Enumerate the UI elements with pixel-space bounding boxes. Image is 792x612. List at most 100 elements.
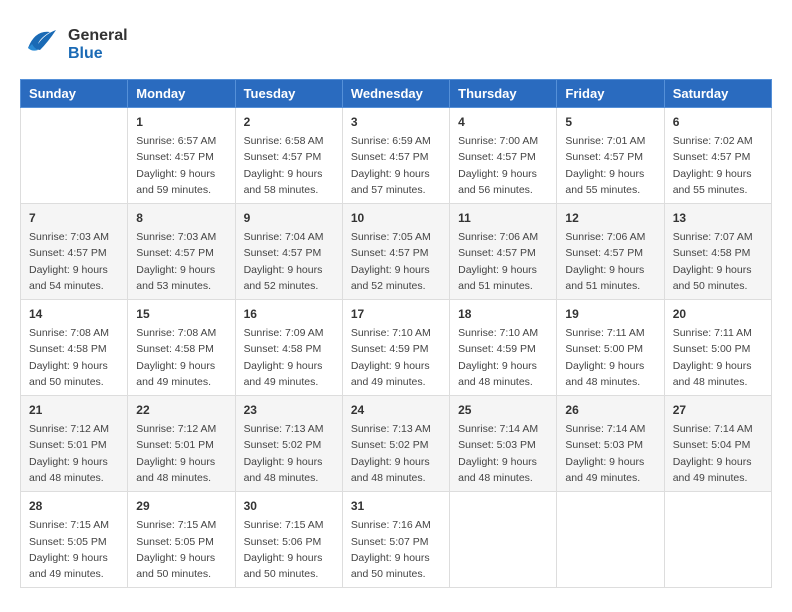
- calendar-cell: 26 Sunrise: 7:14 AM Sunset: 5:03 PM Dayli…: [557, 396, 664, 492]
- weekday-header: Sunday: [21, 80, 128, 108]
- cell-content: Sunrise: 7:15 AM Sunset: 5:05 PM Dayligh…: [29, 517, 119, 582]
- day-number: 25: [458, 401, 548, 419]
- cell-content: Sunrise: 7:01 AM Sunset: 4:57 PM Dayligh…: [565, 133, 655, 198]
- day-number: 2: [244, 113, 334, 131]
- day-number: 8: [136, 209, 226, 227]
- day-number: 29: [136, 497, 226, 515]
- calendar-cell: 25 Sunrise: 7:14 AM Sunset: 5:03 PM Dayli…: [450, 396, 557, 492]
- cell-content: Sunrise: 7:09 AM Sunset: 4:58 PM Dayligh…: [244, 325, 334, 390]
- calendar-week-row: 14Sunrise: 7:08 AM Sunset: 4:58 PM Dayli…: [21, 300, 772, 396]
- calendar-week-row: 1 Sunrise: 6:57 AM Sunset: 4:57 PM Daylig…: [21, 108, 772, 204]
- calendar-week-row: 7 Sunrise: 7:03 AM Sunset: 4:57 PM Daylig…: [21, 204, 772, 300]
- calendar-cell: [450, 492, 557, 588]
- cell-content: Sunrise: 7:11 AM Sunset: 5:00 PM Dayligh…: [565, 325, 655, 390]
- day-number: 6: [673, 113, 763, 131]
- calendar-cell: [664, 492, 771, 588]
- cell-content: Sunrise: 7:13 AM Sunset: 5:02 PM Dayligh…: [351, 421, 441, 486]
- calendar-cell: 16 Sunrise: 7:09 AM Sunset: 4:58 PM Dayli…: [235, 300, 342, 396]
- calendar-cell: 21Sunrise: 7:12 AM Sunset: 5:01 PM Dayli…: [21, 396, 128, 492]
- day-number: 19: [565, 305, 655, 323]
- cell-content: Sunrise: 7:13 AM Sunset: 5:02 PM Dayligh…: [244, 421, 334, 486]
- cell-content: Sunrise: 7:15 AM Sunset: 5:05 PM Dayligh…: [136, 517, 226, 582]
- day-number: 16: [244, 305, 334, 323]
- calendar-cell: 5 Sunrise: 7:01 AM Sunset: 4:57 PM Daylig…: [557, 108, 664, 204]
- day-number: 7: [29, 209, 119, 227]
- day-number: 30: [244, 497, 334, 515]
- calendar-cell: 14Sunrise: 7:08 AM Sunset: 4:58 PM Dayli…: [21, 300, 128, 396]
- day-number: 9: [244, 209, 334, 227]
- calendar-cell: 8 Sunrise: 7:03 AM Sunset: 4:57 PM Daylig…: [128, 204, 235, 300]
- calendar-cell: 17Sunrise: 7:10 AM Sunset: 4:59 PM Dayli…: [342, 300, 449, 396]
- day-number: 20: [673, 305, 763, 323]
- cell-content: Sunrise: 7:16 AM Sunset: 5:07 PM Dayligh…: [351, 517, 441, 582]
- calendar-cell: 12 Sunrise: 7:06 AM Sunset: 4:57 PM Dayli…: [557, 204, 664, 300]
- cell-content: Sunrise: 6:57 AM Sunset: 4:57 PM Dayligh…: [136, 133, 226, 198]
- cell-content: Sunrise: 7:06 AM Sunset: 4:57 PM Dayligh…: [458, 229, 548, 294]
- day-number: 4: [458, 113, 548, 131]
- day-number: 3: [351, 113, 441, 131]
- calendar-table: SundayMondayTuesdayWednesdayThursdayFrid…: [20, 79, 772, 588]
- day-number: 12: [565, 209, 655, 227]
- calendar-cell: 10 Sunrise: 7:05 AM Sunset: 4:57 PM Dayli…: [342, 204, 449, 300]
- day-number: 22: [136, 401, 226, 419]
- day-number: 26: [565, 401, 655, 419]
- cell-content: Sunrise: 7:08 AM Sunset: 4:58 PM Dayligh…: [136, 325, 226, 390]
- weekday-header: Wednesday: [342, 80, 449, 108]
- day-number: 31: [351, 497, 441, 515]
- day-number: 21: [29, 401, 119, 419]
- cell-content: Sunrise: 7:15 AM Sunset: 5:06 PM Dayligh…: [244, 517, 334, 582]
- header: General Blue: [20, 20, 772, 69]
- day-number: 28: [29, 497, 119, 515]
- cell-content: Sunrise: 7:03 AM Sunset: 4:57 PM Dayligh…: [136, 229, 226, 294]
- calendar-cell: 30 Sunrise: 7:15 AM Sunset: 5:06 PM Dayli…: [235, 492, 342, 588]
- cell-content: Sunrise: 7:06 AM Sunset: 4:57 PM Dayligh…: [565, 229, 655, 294]
- cell-content: Sunrise: 7:04 AM Sunset: 4:57 PM Dayligh…: [244, 229, 334, 294]
- cell-content: Sunrise: 7:11 AM Sunset: 5:00 PM Dayligh…: [673, 325, 763, 390]
- cell-content: Sunrise: 7:10 AM Sunset: 4:59 PM Dayligh…: [351, 325, 441, 390]
- calendar-cell: [557, 492, 664, 588]
- calendar-cell: 31 Sunrise: 7:16 AM Sunset: 5:07 PM Dayli…: [342, 492, 449, 588]
- logo: General Blue: [20, 20, 128, 69]
- day-number: 5: [565, 113, 655, 131]
- page-container: General Blue SundayMondayTuesdayWednesda…: [20, 20, 772, 588]
- calendar-cell: 28 Sunrise: 7:15 AM Sunset: 5:05 PM Dayli…: [21, 492, 128, 588]
- calendar-cell: 11Sunrise: 7:06 AM Sunset: 4:57 PM Dayli…: [450, 204, 557, 300]
- calendar-cell: 22 Sunrise: 7:12 AM Sunset: 5:01 PM Dayli…: [128, 396, 235, 492]
- calendar-cell: 2 Sunrise: 6:58 AM Sunset: 4:57 PM Daylig…: [235, 108, 342, 204]
- calendar-cell: 4 Sunrise: 7:00 AM Sunset: 4:57 PM Daylig…: [450, 108, 557, 204]
- logo-text: General Blue: [68, 27, 128, 63]
- cell-content: Sunrise: 7:07 AM Sunset: 4:58 PM Dayligh…: [673, 229, 763, 294]
- day-number: 18: [458, 305, 548, 323]
- cell-content: Sunrise: 7:14 AM Sunset: 5:04 PM Dayligh…: [673, 421, 763, 486]
- calendar-cell: 13 Sunrise: 7:07 AM Sunset: 4:58 PM Dayli…: [664, 204, 771, 300]
- calendar-cell: 27Sunrise: 7:14 AM Sunset: 5:04 PM Dayli…: [664, 396, 771, 492]
- day-number: 13: [673, 209, 763, 227]
- calendar-cell: [21, 108, 128, 204]
- cell-content: Sunrise: 7:02 AM Sunset: 4:57 PM Dayligh…: [673, 133, 763, 198]
- calendar-week-row: 28 Sunrise: 7:15 AM Sunset: 5:05 PM Dayli…: [21, 492, 772, 588]
- calendar-cell: 24 Sunrise: 7:13 AM Sunset: 5:02 PM Dayli…: [342, 396, 449, 492]
- calendar-cell: 29 Sunrise: 7:15 AM Sunset: 5:05 PM Dayli…: [128, 492, 235, 588]
- weekday-header: Saturday: [664, 80, 771, 108]
- day-number: 24: [351, 401, 441, 419]
- day-number: 10: [351, 209, 441, 227]
- calendar-week-row: 21 Sunrise: 7:12 AM Sunset: 5:01 PM Dayli…: [21, 396, 772, 492]
- calendar-cell: 20 Sunrise: 7:11 AM Sunset: 5:00 PM Dayli…: [664, 300, 771, 396]
- cell-content: Sunrise: 7:00 AM Sunset: 4:57 PM Dayligh…: [458, 133, 548, 198]
- cell-content: Sunrise: 7:12 AM Sunset: 5:01 PM Dayligh…: [136, 421, 226, 486]
- cell-content: Sunrise: 6:59 AM Sunset: 4:57 PM Dayligh…: [351, 133, 441, 198]
- calendar-cell: 1 Sunrise: 6:57 AM Sunset: 4:57 PM Daylig…: [128, 108, 235, 204]
- day-number: 23: [244, 401, 334, 419]
- cell-content: Sunrise: 7:14 AM Sunset: 5:03 PM Dayligh…: [458, 421, 548, 486]
- weekday-header: Thursday: [450, 80, 557, 108]
- calendar-cell: 9 Sunrise: 7:04 AM Sunset: 4:57 PM Daylig…: [235, 204, 342, 300]
- cell-content: Sunrise: 6:58 AM Sunset: 4:57 PM Dayligh…: [244, 133, 334, 198]
- day-number: 1: [136, 113, 226, 131]
- calendar-cell: 15Sunrise: 7:08 AM Sunset: 4:58 PM Dayli…: [128, 300, 235, 396]
- calendar-cell: 19 Sunrise: 7:11 AM Sunset: 5:00 PM Dayli…: [557, 300, 664, 396]
- cell-content: Sunrise: 7:14 AM Sunset: 5:03 PM Dayligh…: [565, 421, 655, 486]
- calendar-cell: 23 Sunrise: 7:13 AM Sunset: 5:02 PM Dayli…: [235, 396, 342, 492]
- cell-content: Sunrise: 7:05 AM Sunset: 4:57 PM Dayligh…: [351, 229, 441, 294]
- weekday-header: Monday: [128, 80, 235, 108]
- weekday-header: Friday: [557, 80, 664, 108]
